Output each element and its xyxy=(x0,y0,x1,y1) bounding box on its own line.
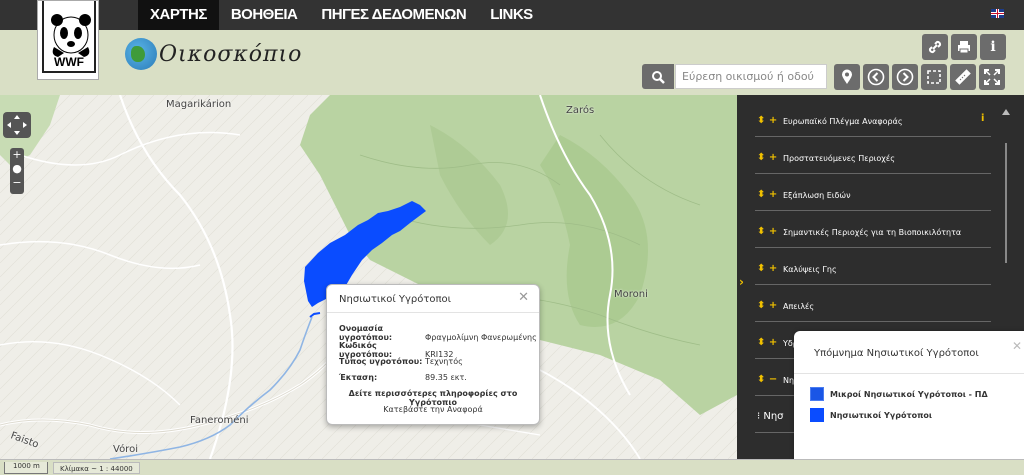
layer-label: Καλύψεις Γης xyxy=(783,265,837,274)
place-label: Zarós xyxy=(566,105,595,116)
layer-label: Απειλές xyxy=(783,302,815,311)
link-icon xyxy=(928,40,942,54)
uk-flag-icon[interactable] xyxy=(991,9,1004,18)
globe-zoom-icon[interactable]: ● xyxy=(10,162,24,176)
divider xyxy=(794,373,1024,374)
layer-label: Ευρωπαϊκό Πλέγμα Αναφοράς xyxy=(783,117,903,126)
info-icon[interactable]: i xyxy=(981,113,984,124)
measure-ruler-icon xyxy=(955,69,971,85)
nav-item-help[interactable]: ΒΟΗΘΕΙΑ xyxy=(219,0,310,30)
brand[interactable]: Οικοσκόπιο xyxy=(125,38,302,70)
globe-icon xyxy=(125,38,157,70)
wetland-popup: Νησιωτικοί Υγρότοποι ✕ Ονομασία υγροτόπο… xyxy=(326,284,540,425)
panda-icon xyxy=(51,14,91,57)
expand-icon: ⬍ + xyxy=(757,263,778,274)
back-button[interactable] xyxy=(863,64,889,90)
legend-title: Υπόμνημα Νησιωτικοί Υγρότοποι xyxy=(814,348,979,359)
location-pin-icon xyxy=(842,69,852,84)
zoom-in-button[interactable]: + xyxy=(10,148,24,162)
wwf-logo-text: WWF xyxy=(54,55,84,69)
pan-control[interactable] xyxy=(3,112,31,138)
legend-item: Νησιωτικοί Υγρότοποι xyxy=(810,408,932,422)
zoom-out-button[interactable]: − xyxy=(10,176,24,190)
print-button[interactable] xyxy=(951,34,977,60)
expand-icon: ⬍ + xyxy=(757,300,778,311)
forward-button[interactable] xyxy=(892,64,918,90)
layer-label: Σημαντικές Περιοχές για τη Βιοποικιλότητ… xyxy=(783,228,962,237)
close-icon[interactable]: ✕ xyxy=(518,290,529,305)
measure-button[interactable] xyxy=(950,64,976,90)
zoom-control: + ● − xyxy=(10,148,24,194)
top-navbar: ΧΑΡΤΗΣ ΒΟΗΘΕΙΑ ΠΗΓΕΣ ΔΕΔΟΜΕΝΩΝ LINKS xyxy=(0,0,1024,30)
back-icon xyxy=(867,68,885,86)
drag-handle-icon: ⁝ Νησ xyxy=(757,411,784,422)
legend-item: Μικροί Νησιωτικοί Υγρότοποι - ΠΔ xyxy=(810,387,988,401)
expand-icon: ⬍ + xyxy=(757,152,778,163)
print-icon xyxy=(958,41,970,54)
layer-item[interactable]: ⬍ + Απειλές xyxy=(755,285,991,322)
select-area-button[interactable] xyxy=(921,64,947,90)
info-icon: i xyxy=(990,39,996,55)
place-label: Vóroi xyxy=(113,444,138,455)
legend-label: Μικροί Νησιωτικοί Υγρότοποι - ΠΔ xyxy=(830,389,988,399)
scale-ratio: Κλίμακα ~ 1 : 44000 xyxy=(53,462,140,474)
layer-item[interactable]: ⬍ + Εξάπλωση Ειδών xyxy=(755,174,991,211)
forward-icon xyxy=(896,68,914,86)
popup-row: Ονομασία υγροτόπου: Φραγμολίμνη Φανερωμέν… xyxy=(339,324,539,342)
field-label: Έκταση: xyxy=(339,373,378,382)
legend-swatch xyxy=(810,408,824,422)
place-label: Magarikárion xyxy=(166,99,232,110)
divider xyxy=(327,312,539,313)
fullscreen-icon xyxy=(984,69,1000,85)
layer-label: Εξάπλωση Ειδών xyxy=(783,191,851,200)
field-label: Ονομασία υγροτόπου: xyxy=(339,324,393,342)
layer-item[interactable]: ⬍ + Προστατευόμενες Περιοχές xyxy=(755,137,991,174)
collapse-panel-icon[interactable]: › xyxy=(739,275,744,289)
scale-length: 1000 m xyxy=(4,462,48,474)
close-icon[interactable]: ✕ xyxy=(1012,339,1022,353)
locate-button[interactable] xyxy=(834,64,860,90)
legend-label: Νησιωτικοί Υγρότοποι xyxy=(830,410,933,420)
popup-row: Έκταση: 89.35 εκτ. xyxy=(339,373,539,382)
download-report-link[interactable]: Κατεβάστε την Αναφορά xyxy=(327,405,539,414)
legend-panel: Υπόμνημα Νησιωτικοί Υγρότοποι ✕ Μικροί Ν… xyxy=(794,331,1024,475)
search-button[interactable] xyxy=(642,64,674,89)
expand-icon: ⬍ + xyxy=(757,189,778,200)
field-value: Τεχνητός xyxy=(425,357,463,366)
field-label: Τύπος υγροτόπου: xyxy=(339,357,423,366)
nav-item-links[interactable]: LINKS xyxy=(478,0,545,30)
field-value: 89.35 εκτ. xyxy=(425,373,467,382)
main-nav: ΧΑΡΤΗΣ ΒΟΗΘΕΙΑ ΠΗΓΕΣ ΔΕΔΟΜΕΝΩΝ LINKS xyxy=(138,0,545,30)
place-label: Faneroméni xyxy=(190,415,249,426)
scale-bar: 1000 m Κλίμακα ~ 1 : 44000 xyxy=(0,459,1024,475)
layer-item[interactable]: ⬍ + Σημαντικές Περιοχές για τη Βιοποικιλ… xyxy=(755,211,991,248)
expand-icon: ⬍ + xyxy=(757,226,778,237)
fullscreen-button[interactable] xyxy=(979,64,1005,90)
select-area-icon xyxy=(927,70,941,84)
expand-icon: ⬍ + xyxy=(757,115,778,126)
scrollbar[interactable] xyxy=(1005,143,1007,263)
wwf-logo[interactable]: WWF xyxy=(37,0,99,80)
popup-title: Νησιωτικοί Υγρότοποι xyxy=(339,294,452,305)
search-input[interactable] xyxy=(675,64,827,89)
brand-name: Οικοσκόπιο xyxy=(159,41,303,67)
layer-label: Προστατευόμενες Περιοχές xyxy=(783,154,895,163)
nav-item-data-sources[interactable]: ΠΗΓΕΣ ΔΕΔΟΜΕΝΩΝ xyxy=(309,0,478,30)
place-label: Moroni xyxy=(614,289,648,300)
search-icon xyxy=(652,70,665,84)
scroll-up-icon[interactable] xyxy=(1002,109,1010,115)
legend-swatch xyxy=(810,387,824,401)
layer-item[interactable]: ⬍ + Ευρωπαϊκό Πλέγμα Αναφοράς xyxy=(755,100,991,137)
expand-icon: ⬍ + xyxy=(757,337,778,348)
nav-item-map[interactable]: ΧΑΡΤΗΣ xyxy=(138,0,219,30)
popup-row: Τύπος υγροτόπου: Τεχνητός xyxy=(339,357,539,366)
info-button[interactable]: i xyxy=(980,34,1006,60)
layer-item[interactable]: ⬍ + Καλύψεις Γης xyxy=(755,248,991,285)
link-button[interactable] xyxy=(922,34,948,60)
collapse-icon: ⬍ − xyxy=(757,374,778,385)
pan-arrows-icon xyxy=(7,115,27,135)
